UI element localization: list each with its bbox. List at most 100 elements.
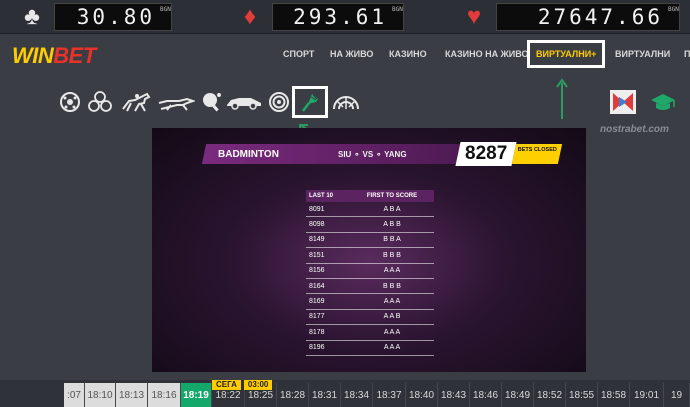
event-number: 8149 bbox=[309, 236, 325, 244]
currency-label: BGN bbox=[160, 6, 171, 13]
table-tennis-icon[interactable] bbox=[200, 90, 222, 114]
event-number: 8091 bbox=[309, 205, 325, 213]
table-row: 8169 A A A bbox=[306, 294, 434, 310]
event-number: 8178 bbox=[309, 328, 325, 336]
timeline-slot[interactable]: 18:58 bbox=[598, 383, 630, 407]
jackpot-bar: ♣ 30.80 BGN ♦ 293.61 BGN ♥ 27647.66 BGN bbox=[0, 0, 690, 34]
event-number: 8169 bbox=[309, 298, 325, 306]
bets-status: BETS CLOSED bbox=[518, 147, 558, 153]
heart-icon: ♥ bbox=[466, 3, 482, 30]
main-nav: WINBET СПОРТ НА ЖИВО КАЗИНО КАЗИНО НА ЖИ… bbox=[0, 35, 690, 77]
nav-virtual-plus[interactable]: ВИРТУАЛНИ+ bbox=[527, 40, 606, 68]
timeline-slot[interactable]: 18:55 bbox=[566, 383, 598, 407]
currency-label: BGN bbox=[392, 6, 403, 13]
badminton-icon[interactable] bbox=[292, 86, 328, 118]
event-number: 8196 bbox=[309, 344, 325, 352]
keno-wheel-icon[interactable] bbox=[330, 90, 362, 114]
event-number: 8164 bbox=[309, 282, 325, 290]
jackpot-counter: 293.61 BGN bbox=[272, 3, 404, 31]
timeline-slot[interactable]: 18:46 bbox=[470, 383, 502, 407]
timeline-slot[interactable]: :07 bbox=[64, 383, 85, 407]
event-number: 8156 bbox=[309, 267, 325, 275]
timeline-slot[interactable]: 19 bbox=[664, 383, 690, 407]
archery-target-icon[interactable] bbox=[268, 90, 290, 114]
event-id-badge: 8287 bbox=[455, 142, 517, 166]
timeline-slot[interactable]: 18:49 bbox=[502, 383, 534, 407]
virtual-sports-page: ♣ 30.80 BGN ♦ 293.61 BGN ♥ 27647.66 BGN … bbox=[0, 0, 690, 407]
first-to-score-result: A A A bbox=[383, 298, 401, 306]
dog-racing-icon[interactable] bbox=[156, 90, 196, 114]
jackpot-value: 30.80 bbox=[76, 5, 155, 29]
multi-ball-icon[interactable] bbox=[88, 90, 112, 114]
table-row: 8156 A A A bbox=[306, 264, 434, 279]
timeline-slot[interactable]: 18:37 bbox=[373, 383, 406, 407]
jackpot-value: 293.61 bbox=[293, 5, 387, 29]
first-to-score-result: A B A bbox=[383, 205, 401, 213]
first-to-score-result: A A A bbox=[383, 344, 401, 352]
bets-closed-badge: BETS CLOSED bbox=[511, 144, 563, 164]
jackpot-counter: 27647.66 BGN bbox=[496, 3, 680, 31]
jackpot-value: 27647.66 bbox=[537, 5, 663, 29]
table-row: 8164 B B B bbox=[306, 279, 434, 295]
nav-sport[interactable]: СПОРТ bbox=[283, 49, 314, 59]
logo-part-bet: BET bbox=[53, 43, 96, 68]
event-number: 8177 bbox=[309, 313, 325, 321]
table-row: 8091 A B A bbox=[306, 202, 434, 218]
countdown: 03:00 bbox=[243, 380, 273, 390]
timeline-slot[interactable]: 18:43 bbox=[438, 383, 470, 407]
table-row: 8196 A A A bbox=[306, 341, 434, 356]
header-last-10: LAST 10 bbox=[309, 193, 334, 199]
horse-racing-icon[interactable] bbox=[118, 90, 154, 114]
event-timeline: ‹ :0718:1018:1318:1618:1918:2218:2518:28… bbox=[0, 380, 690, 407]
event-id: 8287 bbox=[464, 143, 508, 164]
logo-part-win: WIN bbox=[12, 43, 54, 68]
table-row: 8177 A A B bbox=[306, 310, 434, 326]
timeline-slot[interactable]: 18:10 bbox=[85, 383, 116, 407]
table-row: 8149 B B A bbox=[306, 233, 434, 249]
nav-live[interactable]: НА ЖИВО bbox=[330, 49, 373, 59]
first-to-score-result: A B B bbox=[383, 221, 401, 229]
table-row: 8098 A B B bbox=[306, 217, 434, 233]
nav-casino[interactable]: КАЗИНО bbox=[389, 49, 427, 59]
nav-virtual[interactable]: ВИРТУАЛНИ bbox=[615, 49, 670, 59]
table-row: 8151 B B B bbox=[306, 248, 434, 264]
event-number: 8151 bbox=[309, 251, 325, 259]
nav-more[interactable]: П bbox=[684, 49, 690, 59]
event-match-name: SIU ⚬ VS ⚬ YANG bbox=[338, 150, 407, 159]
first-to-score-result: B B A bbox=[383, 236, 401, 244]
first-to-score-result: B B B bbox=[383, 251, 401, 259]
first-to-score-result: B B B bbox=[383, 282, 401, 290]
results-header: LAST 10 FIRST TO SCORE bbox=[306, 190, 434, 202]
now-label: СЕГА bbox=[212, 380, 241, 390]
car-racing-icon[interactable] bbox=[224, 90, 264, 114]
virtual-event-stage: BADMINTON SIU ⚬ VS ⚬ YANG 8287 BETS CLOS… bbox=[152, 128, 586, 372]
jackpot-counter: 30.80 BGN bbox=[54, 3, 172, 31]
timeline-slot[interactable]: 18:52 bbox=[534, 383, 566, 407]
timeline-slot[interactable]: 18:31 bbox=[309, 383, 341, 407]
timeline-slot[interactable]: 18:16 bbox=[148, 383, 181, 407]
virtual-sports-icon-row bbox=[0, 78, 690, 126]
event-sport-name: BADMINTON bbox=[218, 149, 279, 160]
timeline-slot[interactable]: 18:28 bbox=[277, 383, 309, 407]
first-to-score-result: A A A bbox=[383, 267, 401, 275]
first-to-score-result: A A B bbox=[383, 313, 401, 321]
event-number: 8098 bbox=[309, 221, 325, 229]
timeline-slot[interactable]: 18:19 bbox=[181, 383, 212, 407]
timeline-slot[interactable]: 18:13 bbox=[116, 383, 148, 407]
timeline-slot[interactable]: 18:34 bbox=[341, 383, 373, 407]
video-play-icon[interactable] bbox=[608, 88, 638, 116]
football-icon[interactable] bbox=[58, 90, 82, 114]
watermark: nostrabet.com bbox=[600, 124, 669, 135]
winbet-logo[interactable]: WINBET bbox=[12, 43, 96, 69]
now-indicator: СЕГА 03:00 bbox=[212, 380, 273, 390]
graduation-cap-icon[interactable] bbox=[648, 90, 678, 114]
diamond-icon: ♦ bbox=[243, 3, 257, 30]
timeline-slot[interactable]: 18:40 bbox=[406, 383, 438, 407]
header-first-to-score: FIRST TO SCORE bbox=[366, 193, 418, 199]
nav-live-casino[interactable]: КАЗИНО НА ЖИВО bbox=[445, 49, 528, 59]
results-table: LAST 10 FIRST TO SCORE 8091 A B A 8098 A B … bbox=[306, 190, 434, 356]
timeline-slot[interactable]: 19:01 bbox=[630, 383, 664, 407]
club-icon: ♣ bbox=[24, 3, 40, 30]
table-row: 8178 A A A bbox=[306, 325, 434, 341]
first-to-score-result: A A A bbox=[383, 328, 401, 336]
